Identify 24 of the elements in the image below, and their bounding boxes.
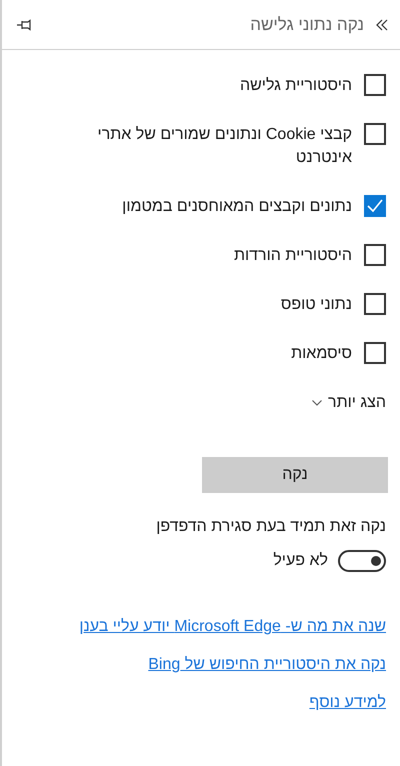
toggle-state: לא פעיל [273,551,328,571]
checkbox[interactable] [364,123,386,145]
option-label: היסטוריית גלישה [238,76,352,96]
panel-title: נקה נתוני גלישה [250,14,364,36]
link[interactable]: שנה את מה ש- Microsoft Edge יודע עליי בענן [79,615,386,639]
option-label: נתונים וקבצים המאוחסנים במטמון [121,197,352,217]
toggle-switch[interactable] [338,550,386,572]
clear-button[interactable]: נקה [202,457,388,493]
link[interactable]: נקה את היסטוריית החיפוש של Bing [148,653,386,677]
setting-label: נקה זאת תמיד בעת סגירת הדפדפן [155,517,386,537]
checkbox[interactable] [364,195,386,217]
show-more-link[interactable]: הצג יותר [328,391,386,415]
checkmark-icon [367,199,383,213]
chevron-down-icon[interactable] [312,400,322,406]
double-chevron-icon[interactable] [376,18,388,30]
option-label: קבצי Cookie ונתונים שמורים של אתרי אינטרנט [96,125,352,168]
checkbox[interactable] [364,342,386,364]
checkbox[interactable] [364,293,386,315]
link[interactable]: למידע נוסף [309,691,386,715]
checkbox[interactable] [364,244,386,266]
option-label: נתוני טופס [280,295,352,315]
option-label: סיסמאות [290,344,352,364]
option-label: היסטוריית הורדות [232,246,352,266]
checkbox[interactable] [364,74,386,96]
